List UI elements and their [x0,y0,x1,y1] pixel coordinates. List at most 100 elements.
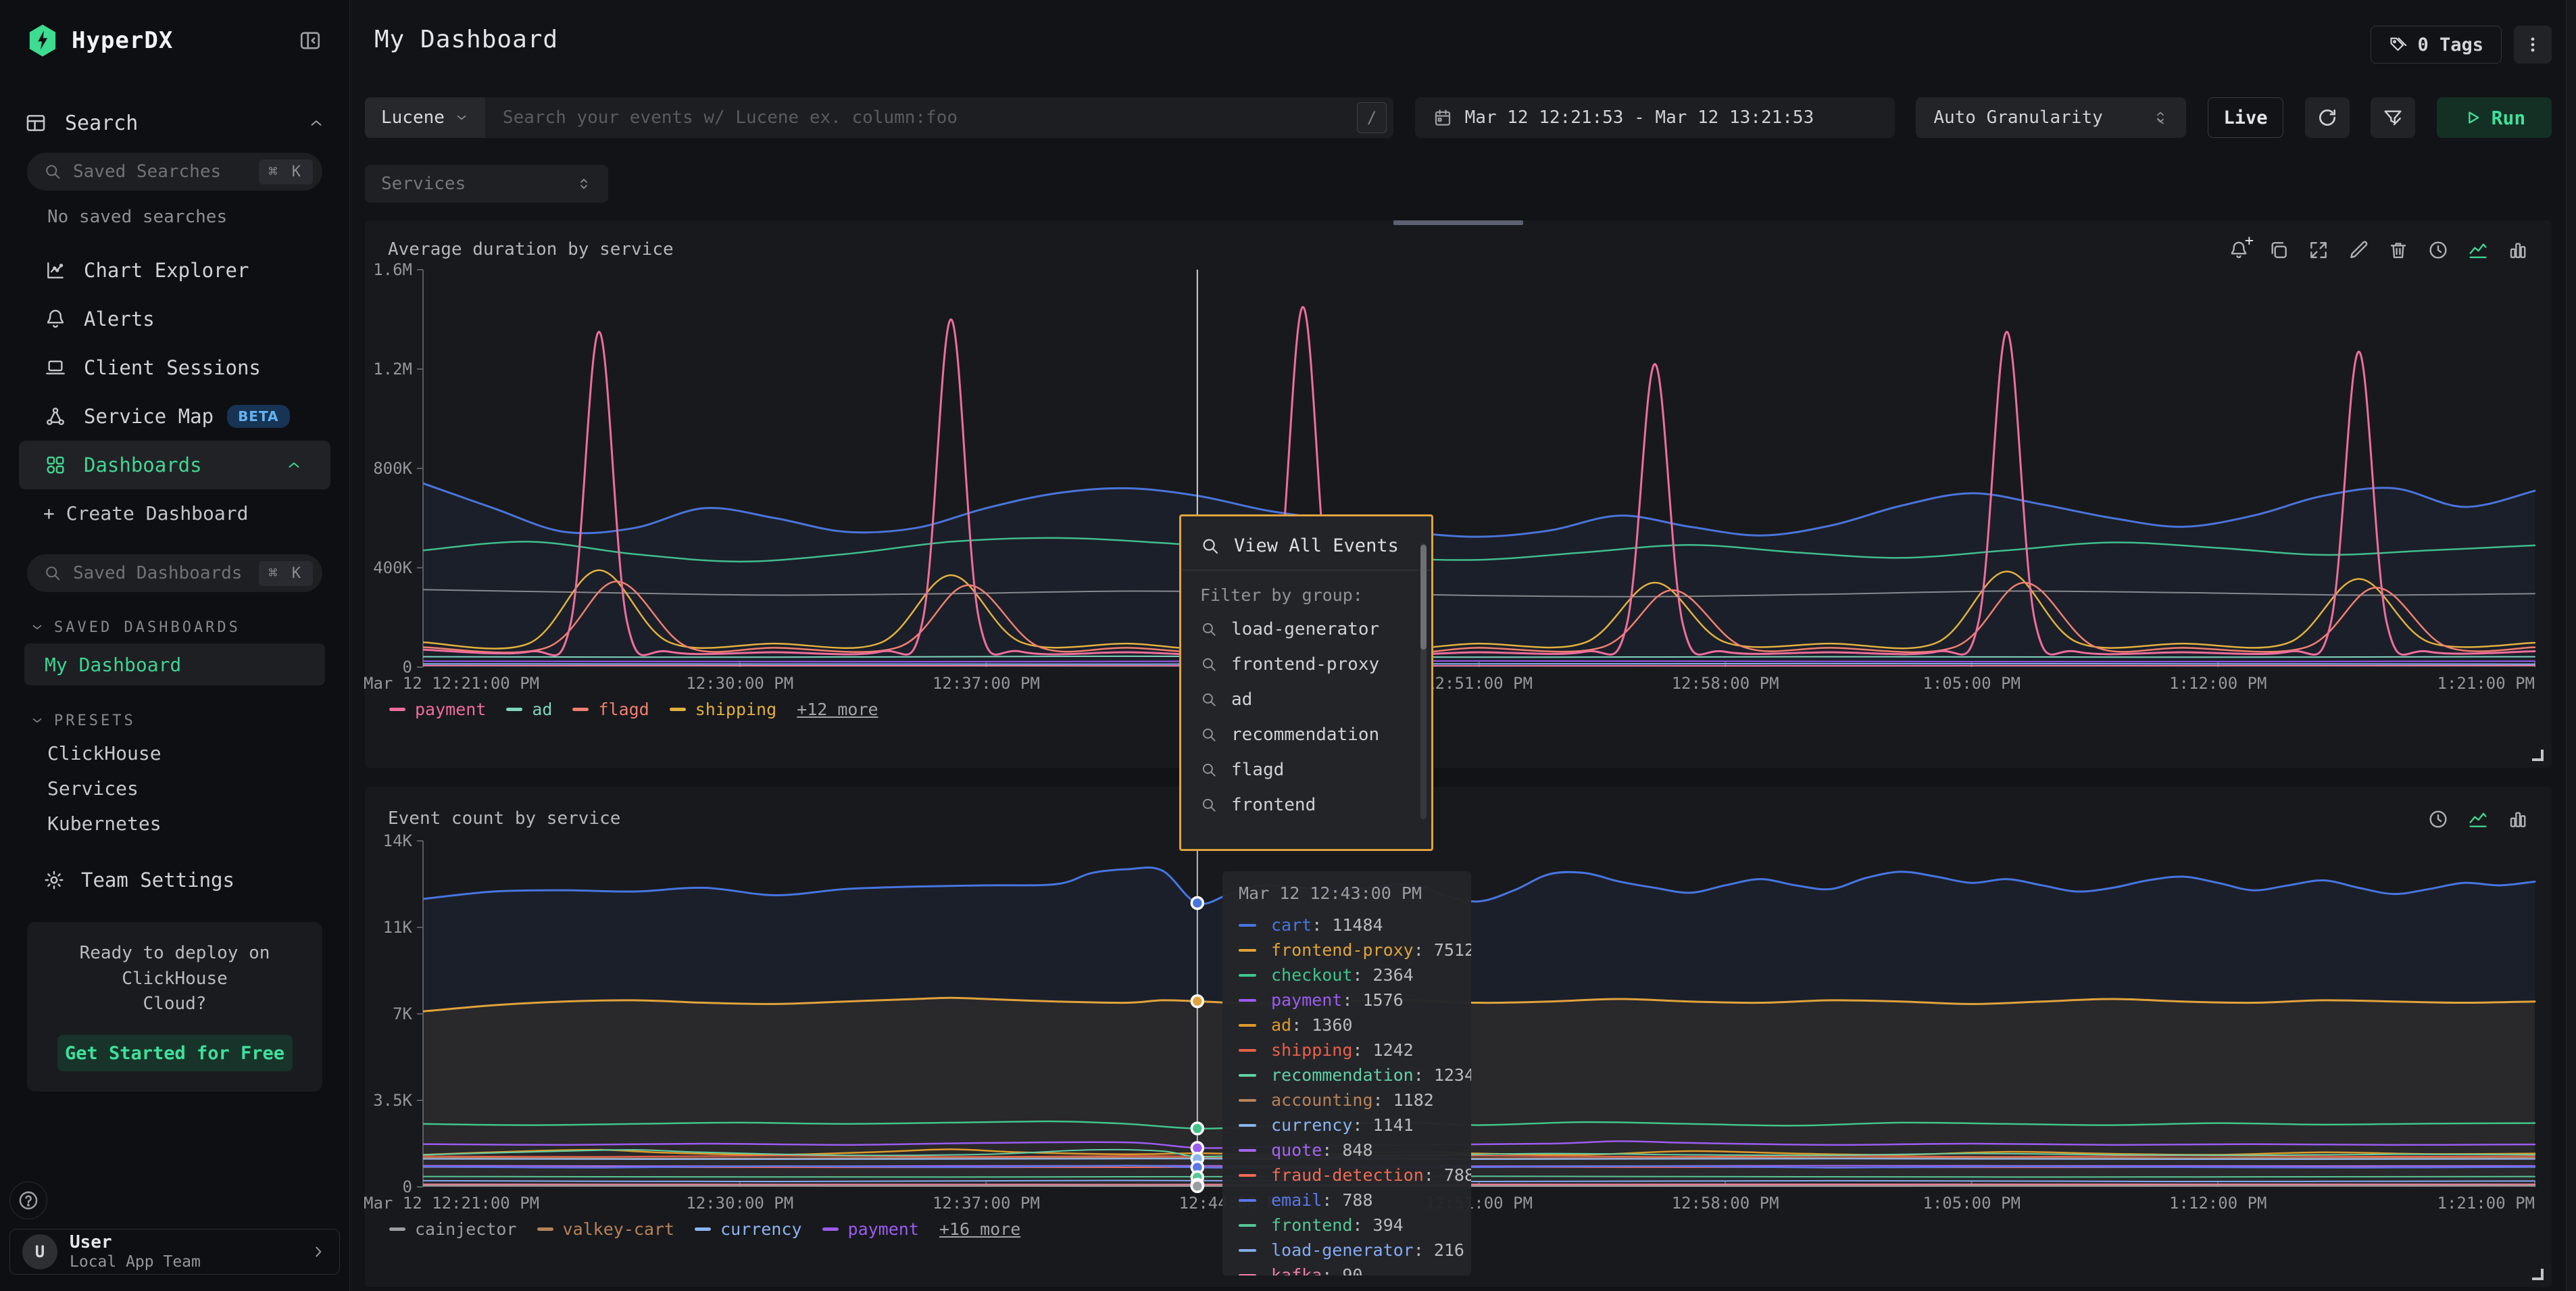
svg-text:14K: 14K [383,831,413,850]
panel-resize-handle[interactable] [2532,1269,2544,1280]
preset-label: Kubernetes [47,812,162,835]
expand-icon[interactable] [2308,239,2329,261]
help-button[interactable] [9,1182,47,1219]
create-dashboard-button[interactable]: + Create Dashboard [0,489,349,537]
chevron-down-icon [30,713,45,728]
tooltip-series-name: recommendation [1271,1065,1414,1085]
user-name: User [70,1232,201,1253]
sidebar-item-service-map[interactable]: Service Map BETA [19,392,330,441]
avg-duration-chart[interactable]: 0400K800K1.2M1.6MMar 12 12:21:00 PM12:30… [365,259,2552,696]
legend-item[interactable]: cainjector [389,1219,517,1239]
popup-filter-item[interactable]: frontend [1181,787,1431,823]
popup-filter-label: recommendation [1231,725,1379,745]
saved-searches-input[interactable]: Saved Searches ⌘ K [27,153,322,191]
sidebar-item-dashboards[interactable]: Dashboards [19,441,330,489]
legend-item[interactable]: shipping [670,700,776,719]
legend-item[interactable]: payment [822,1219,919,1239]
legend-item[interactable]: ad [506,700,552,719]
chevron-up-icon [282,456,306,474]
legend-label: payment [415,700,486,719]
popup-filter-item[interactable]: ad [1181,682,1431,717]
legend-more-link[interactable]: +12 more [797,700,878,719]
history-icon[interactable] [2427,239,2449,261]
team-settings-label: Team Settings [81,869,234,892]
more-options-button[interactable] [2514,26,2552,64]
add-alert-icon[interactable]: + [2228,239,2250,261]
svg-text:3.5K: 3.5K [373,1091,412,1110]
sidebar-item-preset[interactable]: ClickHouse [0,735,349,771]
legend-item[interactable]: payment [389,700,486,719]
page-scrollbar[interactable] [2566,0,2576,1291]
search-icon [43,162,62,181]
saved-dashboards-header-label: SAVED DASHBOARDS [54,619,241,636]
tooltip-series-name: currency [1271,1115,1352,1135]
popup-filter-item[interactable]: flagd [1181,752,1431,787]
granularity-select[interactable]: Auto Granularity [1916,97,2186,138]
tooltip-series-value: : 788 [1322,1190,1372,1210]
sidebar-item-chart-explorer[interactable]: Chart Explorer [19,246,330,295]
svg-text:1.2M: 1.2M [373,360,412,379]
main-content: My Dashboard 0 Tags Lucene Search your e… [350,0,2576,1291]
tooltip-series-dash [1239,1199,1256,1202]
collapse-sidebar-icon[interactable] [295,26,325,55]
popup-scroll-thumb[interactable] [1420,545,1427,650]
event-search-input[interactable]: Search your events w/ Lucene ex. column:… [485,107,1357,128]
sidebar-item-preset[interactable]: Kubernetes [0,806,349,841]
panel-drag-handle[interactable] [1393,220,1523,225]
legend-item[interactable]: flagd [572,700,649,719]
sidebar-item-preset[interactable]: Services [0,771,349,806]
popup-scrollbar[interactable] [1420,543,1427,819]
legend-label: flagd [598,700,649,719]
time-range-picker[interactable]: Mar 12 12:21:53 - Mar 12 13:21:53 [1415,97,1895,138]
sidebar-nav: Chart Explorer Alerts Client Sessions Se… [0,246,349,537]
service-map-label: Service Map [84,405,214,428]
search-icon [1200,656,1218,673]
saved-dashboards-input[interactable]: Saved Dashboards ⌘ K [27,554,322,592]
filter-button[interactable] [2371,97,2415,138]
popup-filter-item[interactable]: recommendation [1181,717,1431,752]
panel-title: Average duration by service [388,239,674,260]
tooltip-series-name: cart [1271,915,1312,935]
tags-button[interactable]: 0 Tags [2371,26,2502,64]
bar-chart-toggle-icon[interactable] [2507,808,2529,830]
bar-chart-toggle-icon[interactable] [2507,239,2529,261]
history-icon[interactable] [2427,808,2449,830]
legend-item[interactable]: valkey-cart [537,1219,675,1239]
legend-more-link[interactable]: +16 more [939,1219,1020,1239]
run-button[interactable]: Run [2437,97,2552,138]
legend-item[interactable]: currency [695,1219,801,1239]
refresh-button[interactable] [2305,97,2350,138]
tooltip-row: checkout: 2364 [1239,963,1455,988]
event-search-box[interactable]: Lucene Search your events w/ Lucene ex. … [365,97,1393,138]
sidebar-item-client-sessions[interactable]: Client Sessions [19,343,330,392]
user-menu[interactable]: U User Local App Team [9,1229,340,1275]
tooltip-series-dash [1239,999,1256,1002]
brand-name: HyperDX [72,27,173,54]
legend-label: payment [848,1219,919,1239]
time-range-value: Mar 12 12:21:53 - Mar 12 13:21:53 [1465,107,1814,128]
saved-dashboards-placeholder: Saved Dashboards [73,563,259,583]
sidebar-item-team-settings[interactable]: Team Settings [0,858,349,902]
query-language-select[interactable]: Lucene [365,97,485,138]
sidebar-item-alerts[interactable]: Alerts [19,295,330,343]
tooltip-series-value: : 788 [1424,1165,1471,1185]
edit-icon[interactable] [2348,239,2369,261]
saved-dashboards-header[interactable]: SAVED DASHBOARDS [30,615,322,639]
presets-header[interactable]: PRESETS [30,708,322,733]
get-started-button[interactable]: Get Started for Free [57,1035,293,1071]
sidebar-item-search[interactable]: Search [0,103,349,143]
line-chart-toggle-icon[interactable] [2467,239,2489,261]
line-chart-toggle-icon[interactable] [2467,808,2489,830]
panel-resize-handle[interactable] [2532,750,2544,761]
services-select[interactable]: Services [365,165,608,203]
delete-icon[interactable] [2387,239,2409,261]
preset-label: ClickHouse [47,742,162,764]
popup-filter-item[interactable]: frontend-proxy [1181,647,1431,682]
view-all-events-item[interactable]: View All Events [1181,529,1431,570]
live-button[interactable]: Live [2208,97,2283,138]
sidebar-item-my-dashboard[interactable]: My Dashboard [24,643,325,685]
tooltip-series-name: ad [1271,1015,1291,1035]
popup-filter-item[interactable]: load-generator [1181,612,1431,647]
chart-tooltip: Mar 12 12:43:00 PM cart: 11484frontend-p… [1222,871,1471,1275]
duplicate-icon[interactable] [2268,239,2289,261]
